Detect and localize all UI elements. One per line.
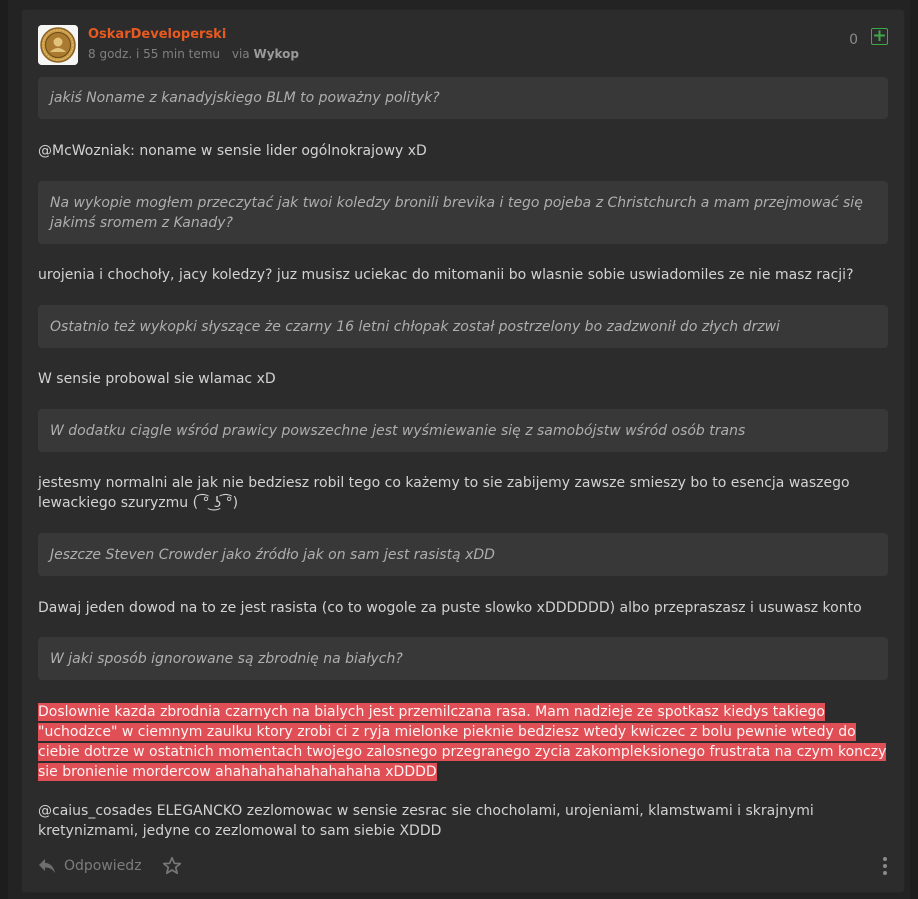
paragraph: @caius_cosades ELEGANCKO zezlomowac w se… — [38, 801, 888, 841]
quote-text: Ostatnio też wykopki słyszące że czarny … — [50, 318, 780, 335]
user-mention[interactable]: @caius_cosades — [38, 803, 152, 819]
paragraph: Dawaj jeden dowod na to ze jest rasista … — [38, 600, 862, 616]
quote-block: W jaki sposób ignorowane są zbrodnię na … — [38, 637, 888, 680]
reply-arrow-icon — [39, 859, 55, 873]
more-vertical-icon — [883, 857, 887, 875]
quote-text: jakiś Noname z kanadyjskiego BLM to powa… — [50, 90, 440, 106]
entry-header: OskarDeveloperski 8 godz. i 55 min temu … — [38, 25, 888, 65]
upvote-button[interactable]: + — [871, 28, 888, 45]
quote-text: W jaki sposób ignorowane są zbrodnię na … — [50, 650, 403, 667]
paragraph: urojenia i chochoły, jacy koledzy? juz m… — [38, 267, 854, 283]
reply-label: Odpowiedz — [64, 858, 142, 874]
avatar-emblem-icon — [38, 25, 78, 65]
highlighted-text: Doslownie kazda zbrodnia czarnych na bia… — [38, 703, 887, 781]
entry-meta: 8 godz. i 55 min temu via Wykop — [88, 47, 299, 61]
quote-block: jakiś Noname z kanadyjskiego BLM to powa… — [38, 77, 888, 119]
highlighted-paragraph: Doslownie kazda zbrodnia czarnych na bia… — [38, 702, 888, 782]
user-mention[interactable]: @McWozniak — [38, 143, 130, 159]
plus-icon: + — [872, 26, 887, 46]
reply-button[interactable]: Odpowiedz — [38, 856, 142, 876]
paragraph: jestesmy normalni ale jak nie bedziesz r… — [38, 475, 850, 511]
quote-text: Na wykopie mogłem przeczytać jak twoi ko… — [50, 194, 863, 231]
via-source[interactable]: Wykop — [253, 47, 299, 61]
quote-block: W dodatku ciągle wśród prawicy powszechn… — [38, 409, 888, 452]
paragraph: @McWozniak: noname w sensie lider ogólno… — [38, 141, 888, 161]
more-options-button[interactable] — [882, 856, 888, 880]
avatar[interactable] — [38, 25, 78, 65]
via-label: via — [231, 47, 250, 61]
star-icon — [162, 856, 182, 875]
quote-block: Na wykopie mogłem przeczytać jak twoi ko… — [38, 181, 888, 244]
favorite-button[interactable] — [162, 856, 182, 880]
quote-block: Ostatnio też wykopki słyszące że czarny … — [38, 305, 888, 348]
entry-comment-card: OskarDeveloperski 8 godz. i 55 min temu … — [22, 10, 904, 892]
paragraph-text: ELEGANCKO zezlomowac w sensie zesrac sie… — [38, 803, 814, 839]
quote-text: W dodatku ciągle wśród prawicy powszechn… — [50, 422, 746, 439]
author-username[interactable]: OskarDeveloperski — [88, 27, 226, 42]
quote-text: Jeszcze Steven Crowder jako źródło jak o… — [50, 546, 495, 563]
entry-footer: Odpowiedz — [38, 854, 888, 878]
entry-time[interactable]: 8 godz. i 55 min temu — [88, 47, 220, 61]
paragraph: W sensie probowal sie wlamac xD — [38, 371, 276, 387]
paragraph-text: : noname w sensie lider ogólnokrajowy xD — [130, 143, 427, 159]
quote-block: Jeszcze Steven Crowder jako źródło jak o… — [38, 533, 888, 576]
vote-count: 0 — [849, 32, 858, 48]
